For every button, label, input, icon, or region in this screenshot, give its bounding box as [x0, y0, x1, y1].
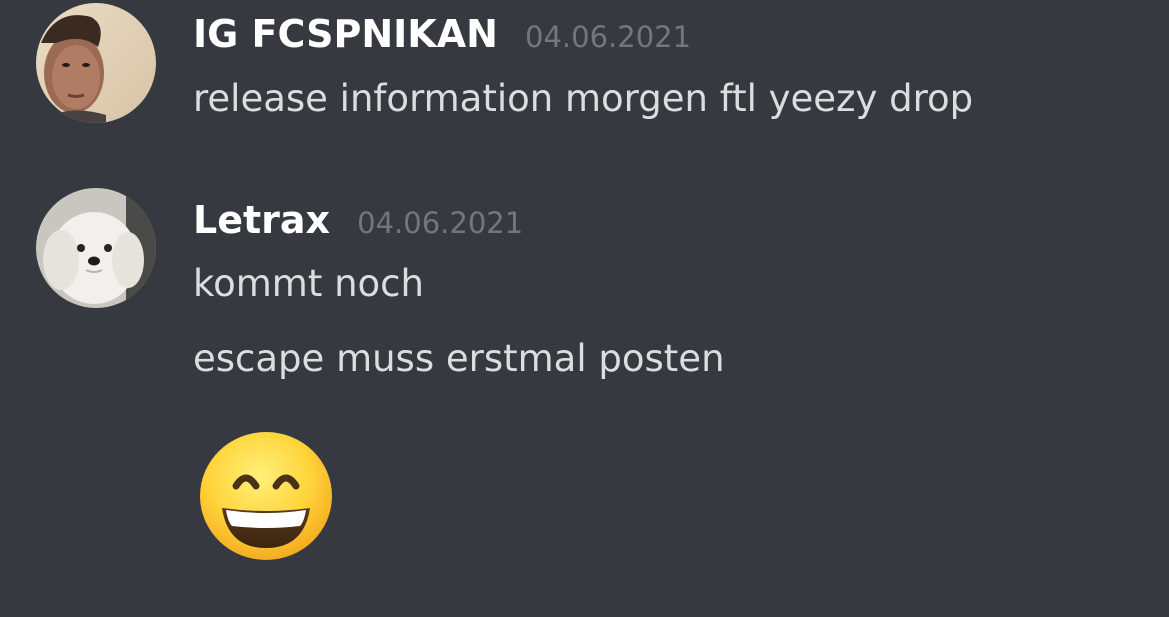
user-avatar[interactable]	[36, 188, 156, 308]
timestamp: 04.06.2021	[357, 206, 524, 240]
chat-log: IG FCSPNIKAN 04.06.2021 release informat…	[0, 0, 1169, 617]
message-text: kommt noch	[193, 262, 424, 305]
message-text: escape muss erstmal posten	[193, 337, 725, 380]
message-group: Letrax 04.06.2021 kommt noch escape muss…	[0, 0, 1169, 617]
grinning-face-emoji-icon	[198, 430, 334, 562]
username[interactable]: Letrax	[193, 198, 330, 242]
message-header: Letrax 04.06.2021	[193, 198, 523, 242]
